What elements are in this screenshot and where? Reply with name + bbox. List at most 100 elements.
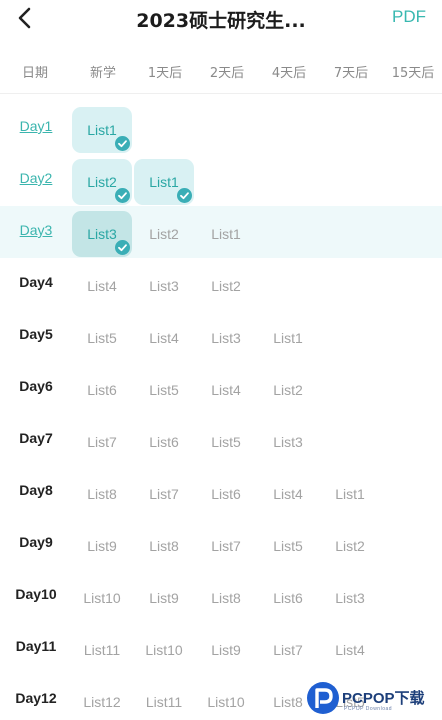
check-icon bbox=[115, 188, 130, 203]
list-cell: List2 bbox=[258, 367, 318, 413]
day-label: Day4 bbox=[19, 274, 53, 290]
list-label: List5 bbox=[273, 538, 303, 554]
day-label[interactable]: Day2 bbox=[0, 170, 72, 186]
column-header: 2天后 bbox=[209, 66, 245, 81]
list-cell: List6 bbox=[196, 471, 256, 517]
list-cell: List4 bbox=[258, 471, 318, 517]
list-cell: List8 bbox=[72, 471, 132, 517]
list-label: List10 bbox=[207, 694, 245, 710]
list-label: List9 bbox=[87, 538, 117, 554]
list-label: List6 bbox=[87, 382, 117, 398]
list-cell: List4 bbox=[196, 367, 256, 413]
list-cell: List12 bbox=[72, 679, 132, 720]
day-label: Day5 bbox=[19, 326, 53, 342]
list-label: List9 bbox=[149, 590, 179, 606]
list-label: List12 bbox=[83, 694, 121, 710]
list-label: List7 bbox=[273, 642, 303, 658]
table-row: Day7 List7 List6 List5 List3 bbox=[0, 414, 442, 466]
list-label: List10 bbox=[83, 590, 121, 606]
list-label: List11 bbox=[145, 694, 183, 710]
back-arrow-icon[interactable] bbox=[14, 6, 38, 30]
day-label: Day9 bbox=[19, 534, 53, 550]
list-label: List4 bbox=[273, 486, 303, 502]
list-label: List4 bbox=[211, 382, 241, 398]
column-header: 4天后 bbox=[271, 66, 307, 81]
list-cell: List7 bbox=[72, 419, 132, 465]
day-label[interactable]: Day3 bbox=[0, 222, 72, 238]
page-title: 2023硕士研究生... bbox=[136, 10, 306, 32]
list-cell: List11 bbox=[72, 627, 132, 673]
list-cell: List6 bbox=[258, 575, 318, 621]
table-row: Day8 List8 List7 List6 List4 List1 bbox=[0, 466, 442, 518]
list-cell: List5 bbox=[258, 523, 318, 569]
list-label: List2 bbox=[211, 278, 241, 294]
day-label: Day10 bbox=[15, 586, 57, 602]
list-label: List8 bbox=[211, 590, 241, 606]
list-cell: List3 bbox=[196, 315, 256, 361]
list-cell: List10 bbox=[134, 627, 194, 673]
list-cell: List5 bbox=[196, 419, 256, 465]
pdf-button[interactable]: PDF bbox=[392, 7, 426, 27]
list-cell: List4 bbox=[320, 627, 380, 673]
list-label: List1 bbox=[273, 330, 303, 346]
list-cell: List4 bbox=[134, 315, 194, 361]
list-cell-completed[interactable]: List2 bbox=[72, 159, 132, 205]
list-label: List4 bbox=[87, 278, 117, 294]
list-cell: List3 bbox=[134, 263, 194, 309]
table-row: Day4 List4 List3 List2 bbox=[0, 258, 442, 310]
list-cell-completed[interactable]: List1 bbox=[72, 107, 132, 153]
table-row: Day11 List11 List10 List9 List7 List4 bbox=[0, 622, 442, 674]
list-cell: List6 bbox=[134, 419, 194, 465]
list-label: List8 bbox=[87, 486, 117, 502]
list-cell-completed[interactable]: List1 bbox=[134, 159, 194, 205]
list-label: List6 bbox=[211, 486, 241, 502]
list-label: List1 bbox=[335, 486, 365, 502]
list-cell: List7 bbox=[196, 523, 256, 569]
list-label: List3 bbox=[87, 226, 117, 242]
table-row: Day5 List5 List4 List3 List1 bbox=[0, 310, 442, 362]
list-cell: List2 bbox=[134, 211, 194, 257]
watermark: PCPOP下载 PCPOP Download bbox=[304, 681, 438, 717]
list-label: List10 bbox=[145, 642, 183, 658]
list-cell: List10 bbox=[196, 679, 256, 720]
list-cell: List3 bbox=[320, 575, 380, 621]
day-label: Day7 bbox=[19, 430, 53, 446]
day-label: Day6 bbox=[19, 378, 53, 394]
list-label: List6 bbox=[149, 434, 179, 450]
list-label: List4 bbox=[335, 642, 365, 658]
check-icon bbox=[177, 188, 192, 203]
list-cell: List1 bbox=[196, 211, 256, 257]
list-label: List9 bbox=[211, 642, 241, 658]
table-row: Day10 List10 List9 List8 List6 List3 bbox=[0, 570, 442, 622]
list-label: List7 bbox=[211, 538, 241, 554]
pcpop-logo-icon bbox=[306, 681, 340, 715]
column-header: 日期 bbox=[21, 66, 48, 81]
day-label[interactable]: Day1 bbox=[0, 118, 72, 134]
list-label: List6 bbox=[273, 590, 303, 606]
watermark-subtitle: PCPOP Download bbox=[344, 706, 393, 712]
list-label: List7 bbox=[149, 486, 179, 502]
list-cell: List8 bbox=[134, 523, 194, 569]
list-cell: List2 bbox=[320, 523, 380, 569]
list-label: List5 bbox=[149, 382, 179, 398]
list-label: List2 bbox=[335, 538, 365, 554]
list-cell-completed[interactable]: List3 bbox=[72, 211, 132, 257]
table-row: Day9 List9 List8 List7 List5 List2 bbox=[0, 518, 442, 570]
check-icon bbox=[115, 136, 130, 151]
day-label: Day12 bbox=[15, 690, 57, 706]
check-icon bbox=[115, 240, 130, 255]
top-bar: 2023硕士研究生... PDF bbox=[0, 0, 442, 38]
list-label: List2 bbox=[149, 226, 179, 242]
list-cell: List8 bbox=[196, 575, 256, 621]
list-label: List2 bbox=[273, 382, 303, 398]
column-header: 新学 bbox=[89, 66, 116, 81]
list-label: List3 bbox=[149, 278, 179, 294]
table-row: Day1 List1 bbox=[0, 102, 442, 154]
day-label: Day11 bbox=[15, 638, 57, 654]
list-cell: List1 bbox=[320, 471, 380, 517]
list-label: List3 bbox=[211, 330, 241, 346]
list-label: List8 bbox=[273, 694, 303, 710]
list-label: List5 bbox=[211, 434, 241, 450]
day-label: Day8 bbox=[19, 482, 53, 498]
table-row: Day3 List3 List2 List1 bbox=[0, 206, 442, 258]
